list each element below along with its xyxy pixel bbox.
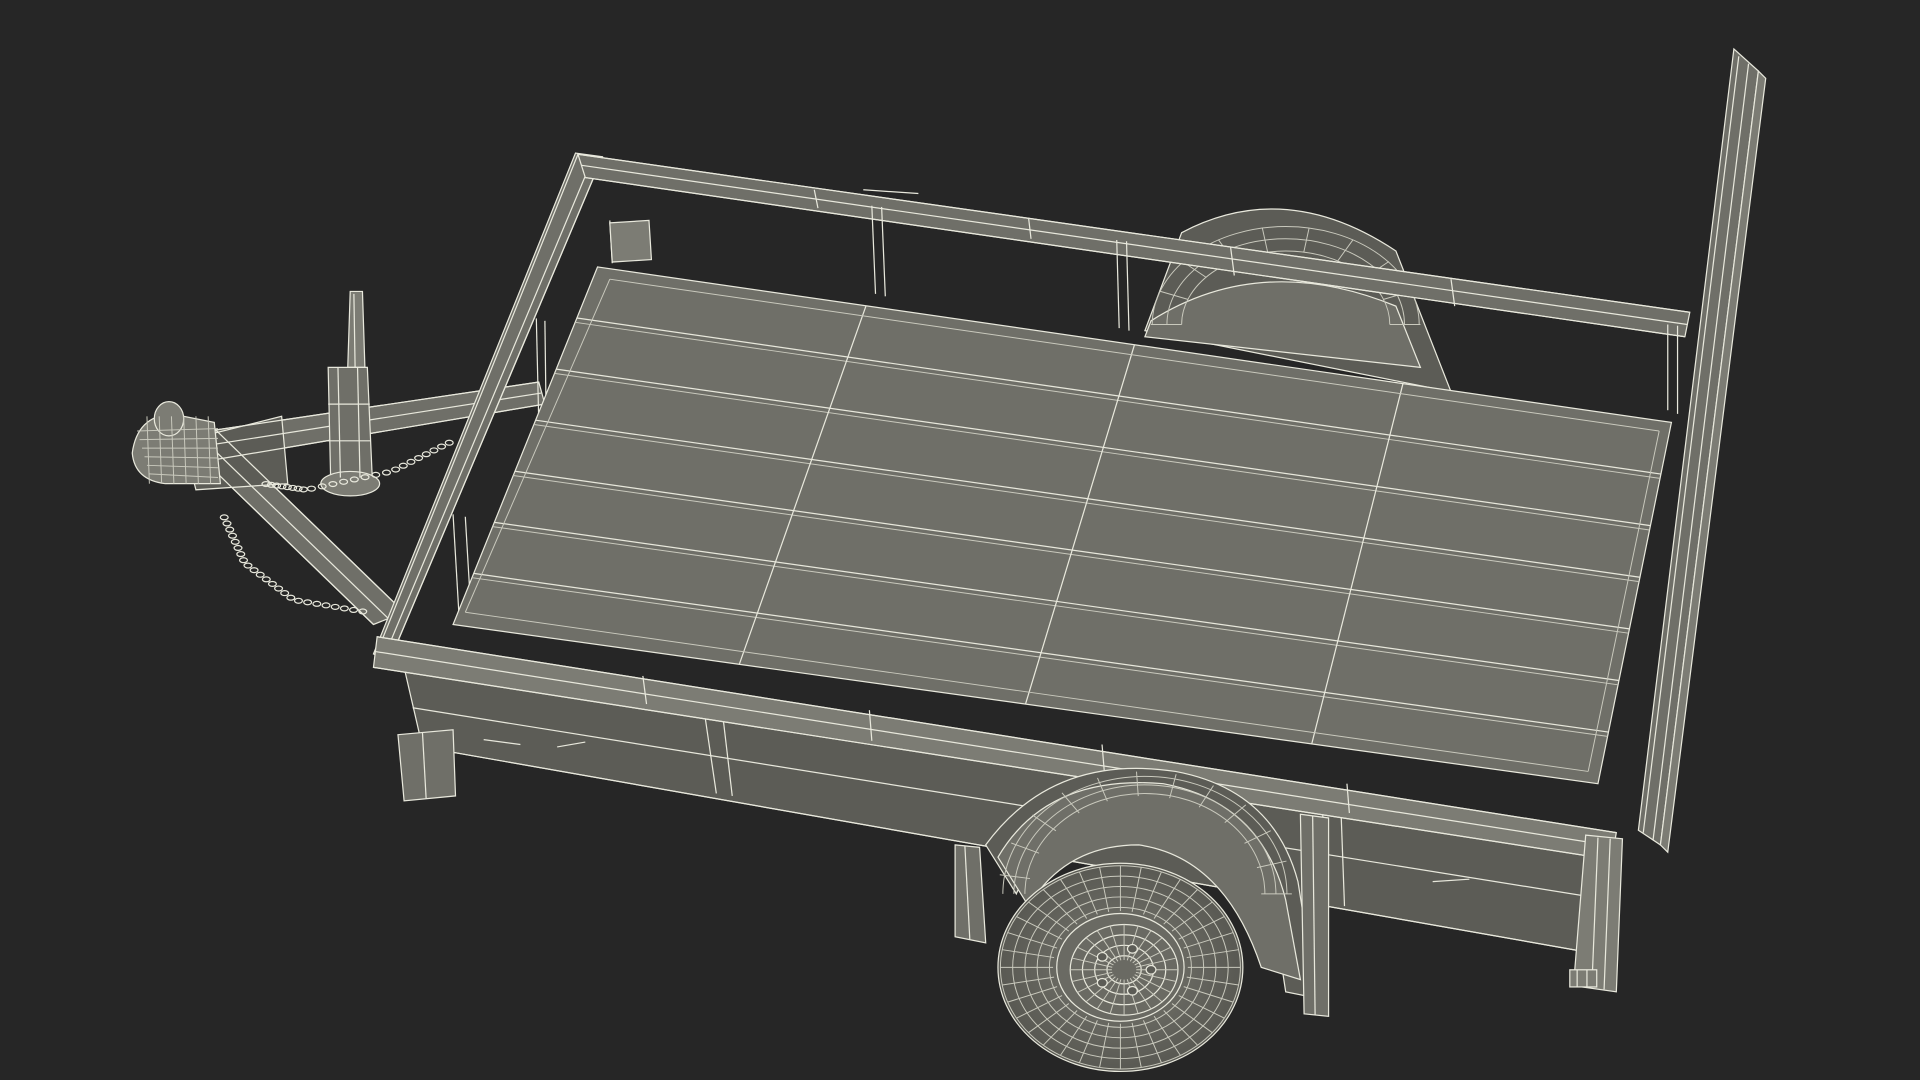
chain-link [233,544,243,552]
tail-light [1569,969,1598,988]
chain-link [227,532,238,539]
chain-link [381,469,392,476]
chain-link [255,571,265,578]
chain-link [437,443,447,450]
chain-link [280,590,290,597]
chain-link [398,462,408,469]
chain-link [222,520,232,527]
chain-link [391,466,401,473]
chain-link [261,576,271,583]
chain-link [219,514,229,521]
chain-link [230,538,240,545]
chain-link [406,458,416,465]
hitch-coupler [131,401,222,485]
lug-nut [1126,943,1138,954]
trailer-wireframe-render [131,47,1767,1073]
chain-link [421,451,431,458]
near-tire [997,862,1244,1073]
lug-nut [1096,977,1108,988]
chain-link [349,606,359,614]
chain-link [238,557,249,564]
chain-link [293,597,304,604]
chain-link [312,600,322,607]
chain-link [321,602,331,609]
chain-link [444,439,454,446]
chain-link [339,605,349,612]
chain-link [303,599,313,606]
chain-link [414,454,424,462]
chain-link [429,447,439,454]
render-viewport [0,0,1920,1080]
lug-nut [1126,985,1138,996]
chain-link [274,585,284,592]
chain-link [267,580,277,587]
chain-link [298,486,308,493]
chain-link [330,603,340,610]
tongue-jack [320,290,381,497]
chain-link [286,594,296,601]
chain-link [306,485,317,492]
lug-nut [1145,964,1157,975]
chain-link [371,471,381,478]
lug-nut [1096,951,1108,962]
chain-link [225,526,235,533]
chain-link [243,562,253,569]
chain-link [249,567,259,574]
chain-link [236,551,246,558]
